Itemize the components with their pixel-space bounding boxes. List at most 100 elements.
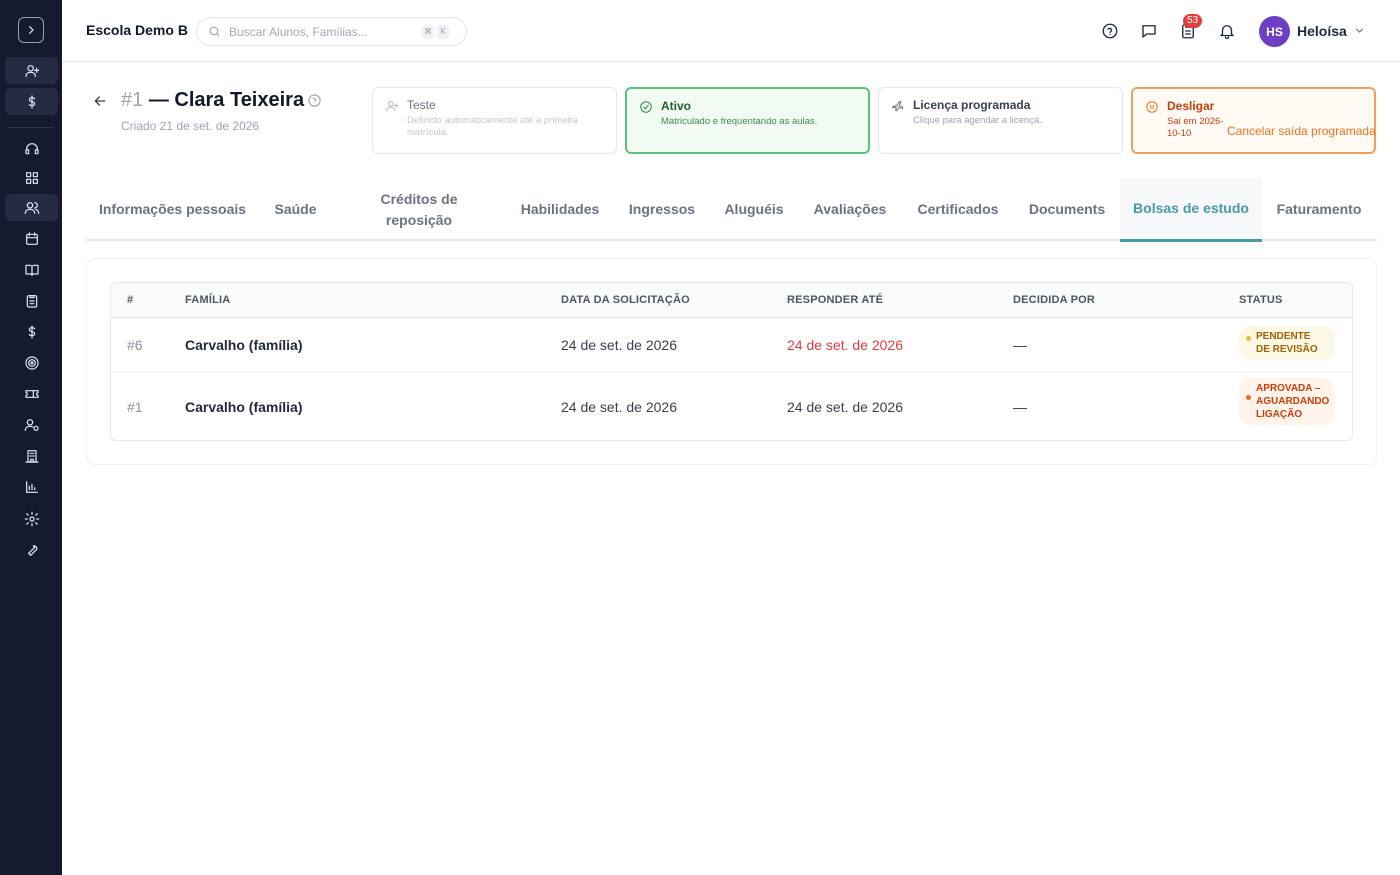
sidebar-item-dashboard[interactable] (5, 164, 58, 191)
status-card-trial[interactable]: Teste Definido automaticamente até a pri… (372, 87, 617, 154)
tab-scholarships[interactable]: Bolsas de estudo (1120, 178, 1262, 242)
row-requested-date: 24 de set. de 2026 (561, 337, 677, 353)
bar-chart-icon (25, 480, 38, 493)
sidebar-item-staff[interactable] (5, 411, 58, 438)
expand-sidebar-button[interactable] (18, 17, 44, 43)
status-card-title: Ativo (661, 99, 691, 113)
bell-icon (1220, 25, 1234, 40)
sidebar-item-reports[interactable] (5, 473, 58, 500)
user-name[interactable]: Heloísa (1297, 23, 1347, 39)
clipboard-icon (26, 294, 37, 308)
status-label: APROVADA – AGUARDANDO LIGAÇÃO (1256, 383, 1330, 420)
search-box[interactable]: ⌘ K (196, 17, 467, 46)
user-plus-icon (385, 99, 399, 118)
tab-personal-info[interactable]: Informações pessoais (86, 178, 259, 241)
search-icon (209, 26, 220, 37)
status-card-offboard[interactable]: Desligar Sai em 2026-10-10 Cancelar saíd… (1131, 87, 1376, 154)
chevron-down-icon (1355, 28, 1364, 33)
column-header-family[interactable]: FAMÍLIA (185, 294, 230, 306)
tab-documents[interactable]: Documents (1022, 178, 1112, 241)
status-card-description: Sai em 2026-10-10 (1167, 116, 1224, 139)
headset-icon (24, 142, 39, 154)
users-icon (24, 201, 39, 214)
status-dot (1246, 395, 1251, 400)
tab-evaluations[interactable]: Avaliações (808, 178, 892, 241)
sidebar-item-courses[interactable] (5, 256, 58, 283)
status-card-leave[interactable]: Licença programada Clique para agendar a… (878, 87, 1123, 154)
status-label: PENDENTE DE REVISÃO (1256, 331, 1318, 355)
shortcut-key-cmd: ⌘ (422, 24, 434, 39)
school-name: Escola Demo B (86, 22, 188, 38)
table-row[interactable]: #1 Carvalho (família) 24 de set. de 2026… (111, 373, 1352, 440)
sidebar-item-finance[interactable] (5, 318, 58, 345)
student-number: #1 (121, 89, 144, 111)
messages-button[interactable] (1138, 20, 1160, 42)
status-badge: PENDENTE DE REVISÃO (1239, 326, 1335, 360)
sidebar-item-add-student[interactable] (5, 57, 58, 84)
sidebar-item-tools[interactable] (5, 536, 58, 563)
row-requested-date: 24 de set. de 2026 (561, 399, 677, 415)
top-bar: Escola Demo B ⌘ K HS Heloísa (62, 0, 1400, 62)
table-header: # FAMÍLIA DATA DA SOLICITAÇÃO RESPONDER … (111, 283, 1352, 318)
row-family[interactable]: Carvalho (família) (185, 337, 302, 353)
message-square-icon (1142, 25, 1156, 38)
row-decided-by: — (1013, 399, 1027, 415)
column-header-status[interactable]: STATUS (1239, 294, 1283, 306)
cancel-scheduled-exit-link[interactable]: Cancelar saída programada (1227, 124, 1376, 138)
calendar-icon (25, 231, 38, 245)
page-title: #1 — Clara Teixeira (121, 89, 304, 112)
help-circle-icon (308, 94, 321, 107)
avatar[interactable]: HS (1259, 16, 1290, 47)
tab-rentals[interactable]: Aluguéis (716, 178, 792, 241)
created-date: Criado 21 de set. de 2026 (121, 119, 260, 133)
tab-health[interactable]: Saúde (259, 178, 332, 241)
plane-icon (891, 99, 905, 118)
status-card-title: Teste (407, 98, 436, 112)
row-respond-by-date: 24 de set. de 2026 (787, 337, 903, 353)
user-plus-icon (24, 64, 39, 77)
row-family[interactable]: Carvalho (família) (185, 399, 302, 415)
row-id: #1 (127, 399, 143, 415)
help-button[interactable] (1099, 20, 1121, 42)
notifications-button[interactable] (1216, 20, 1238, 42)
sidebar-item-payments-quick[interactable] (5, 88, 58, 115)
status-badge: APROVADA – AGUARDANDO LIGAÇÃO (1239, 378, 1335, 425)
user-settings-icon (24, 418, 39, 431)
sidebar-item-attendance[interactable] (5, 287, 58, 314)
chevron-right-icon (29, 26, 34, 34)
dollar-icon (28, 94, 35, 109)
tab-billing[interactable]: Faturamento (1270, 178, 1368, 241)
tasks-count-badge: 53 (1183, 14, 1203, 28)
sidebar-item-students[interactable] (5, 194, 58, 221)
shortcut-key-k: K (437, 24, 449, 39)
search-input[interactable] (229, 24, 419, 39)
tab-makeup-credits[interactable]: Créditos de reposição (354, 178, 484, 241)
column-header-decided-by[interactable]: DECIDIDA POR (1013, 294, 1095, 306)
arrow-left-icon (94, 96, 106, 106)
check-circle-icon (639, 100, 653, 119)
sidebar-rail (0, 0, 62, 875)
tab-tickets[interactable]: Ingressos (622, 178, 702, 241)
status-card-title: Desligar (1167, 99, 1215, 113)
table-row[interactable]: #6 Carvalho (família) 24 de set. de 2026… (111, 318, 1352, 373)
profile-tabs: Informações pessoais Saúde Créditos de r… (86, 178, 1377, 242)
sidebar-item-goals[interactable] (5, 349, 58, 376)
ticket-icon (24, 389, 39, 398)
column-header-respond-by[interactable]: RESPONDER ATÉ (787, 294, 883, 306)
tab-skills[interactable]: Habilidades (506, 178, 614, 241)
dollar-icon (28, 324, 35, 339)
sidebar-item-calendar[interactable] (5, 225, 58, 252)
column-header-requested[interactable]: DATA DA SOLICITAÇÃO (561, 294, 690, 306)
sidebar-item-tickets[interactable] (5, 380, 58, 407)
status-card-active[interactable]: Ativo Matriculado e frequentando as aula… (625, 87, 870, 154)
column-header-id: # (127, 294, 134, 306)
sidebar-item-support[interactable] (5, 135, 58, 162)
student-help-button[interactable] (307, 93, 322, 113)
user-menu-toggle[interactable] (1353, 24, 1366, 42)
back-button[interactable] (92, 93, 110, 111)
status-card-description: Definido automaticamente até a primeira … (407, 115, 579, 138)
sidebar-item-buildings[interactable] (5, 442, 58, 469)
scholarships-table: # FAMÍLIA DATA DA SOLICITAÇÃO RESPONDER … (110, 282, 1353, 441)
sidebar-item-settings[interactable] (5, 505, 58, 532)
tab-certificates[interactable]: Certificados (910, 178, 1006, 241)
